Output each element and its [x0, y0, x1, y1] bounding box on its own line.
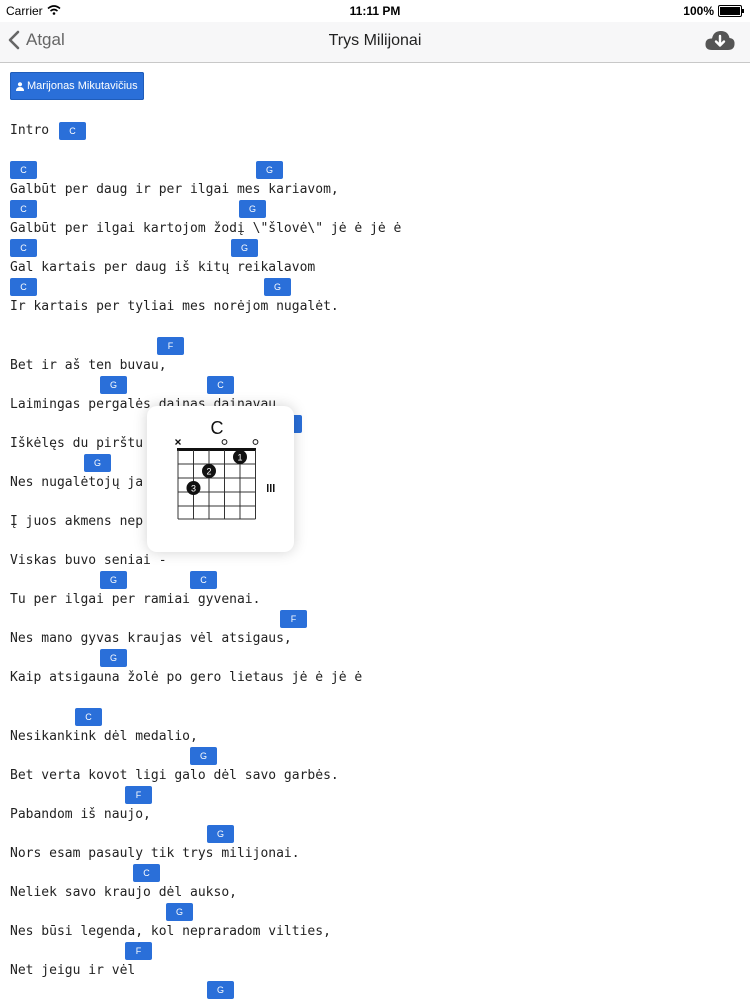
chord-badge[interactable]: G: [166, 903, 193, 921]
svg-text:3: 3: [191, 484, 196, 494]
lyric-line: Neliek savo kraujo dėl aukso,: [10, 885, 237, 900]
chord-badge[interactable]: G: [207, 825, 234, 843]
chord-badge[interactable]: F: [280, 610, 307, 628]
chord-diagram: 1 2 3: [175, 439, 275, 520]
navigation-bar: Atgal Trys Milijonai: [0, 22, 750, 63]
lyric-line: Ir kartais per tyliai mes norėjom nugalė…: [10, 299, 339, 314]
chord-badge[interactable]: C: [133, 864, 160, 882]
chord-badge[interactable]: C: [10, 200, 37, 218]
lyric-line: Intro: [10, 123, 50, 138]
chord-badge[interactable]: G: [239, 200, 266, 218]
chord-badge[interactable]: G: [256, 161, 283, 179]
user-icon: [16, 81, 24, 91]
page-title: Trys Milijonai: [328, 32, 422, 49]
lyric-line: Nesikankink dėl medalio,: [10, 729, 198, 744]
svg-text:2: 2: [206, 467, 211, 477]
artist-label: Marijonas Mikutavičius: [27, 80, 138, 92]
lyric-line: Nors esam pasauly tik trys milijonai.: [10, 846, 300, 861]
chord-badge[interactable]: G: [264, 278, 291, 296]
chord-badge[interactable]: C: [190, 571, 217, 589]
lyric-line: Bet verta kovot ligi galo dėl savo garbė…: [10, 768, 339, 783]
svg-text:1: 1: [237, 453, 242, 463]
chord-badge[interactable]: G: [231, 239, 258, 257]
chord-badge[interactable]: C: [59, 122, 86, 140]
finger-dot: 2: [202, 464, 216, 478]
chord-badge[interactable]: G: [190, 747, 217, 765]
chord-badge[interactable]: C: [207, 376, 234, 394]
lyric-line: Iškėlęs du pirštu: [10, 436, 144, 451]
artist-button[interactable]: Marijonas Mikutavičius: [10, 72, 144, 100]
open-string-marker: [221, 439, 228, 445]
lyric-line: Pabandom iš naujo,: [10, 807, 151, 822]
muted-string-marker: [175, 439, 181, 445]
chord-diagram-popup: C 1 2 3: [147, 406, 294, 552]
lyric-line: Bet ir aš ten buvau,: [10, 358, 167, 373]
fret-position-marker: [267, 484, 275, 492]
open-string-marker: [252, 439, 259, 445]
lyric-line: Galbūt per daug ir per ilgai mes kariavo…: [10, 182, 339, 197]
battery-icon: [718, 5, 744, 17]
lyric-line: Nes mano gyvas kraujas vėl atsigaus,: [10, 631, 292, 646]
chord-badge[interactable]: G: [100, 649, 127, 667]
chord-badge[interactable]: C: [10, 239, 37, 257]
finger-dot: 3: [186, 481, 201, 495]
cloud-download-icon: [705, 31, 735, 50]
lyric-line: Tu per ilgai per ramiai gyvenai.: [10, 592, 261, 607]
lyric-line: Nes nugalėtojų ja: [10, 475, 144, 490]
chord-badge[interactable]: C: [75, 708, 102, 726]
cloud-download-button[interactable]: [704, 29, 736, 58]
lyric-line: Kaip atsigauna žolė po gero lietaus jė ė…: [10, 670, 363, 685]
lyric-line: Nes būsi legenda, kol nepraradom vilties…: [10, 924, 331, 939]
lyric-line: Viskas buvo seniai -: [10, 553, 167, 568]
chord-badge[interactable]: G: [207, 981, 234, 999]
battery-percent: 100%: [683, 4, 714, 18]
lyric-line: Gal kartais per daug iš kitų reikalavom: [10, 260, 316, 275]
chord-badge[interactable]: F: [157, 337, 184, 355]
lyric-line: Į juos akmens nep: [10, 514, 144, 529]
status-time: 11:11 PM: [349, 4, 401, 18]
finger-dot: 1: [233, 450, 247, 464]
chord-badge[interactable]: F: [125, 942, 152, 960]
chord-badge[interactable]: G: [84, 454, 111, 472]
chord-badge[interactable]: G: [100, 376, 127, 394]
chord-badge[interactable]: C: [10, 278, 37, 296]
chord-badge[interactable]: C: [10, 161, 37, 179]
lyric-line: Net jeigu ir vėl: [10, 963, 136, 978]
chord-badge[interactable]: F: [125, 786, 152, 804]
status-bar: Carrier 11:11 PM 100%: [0, 0, 750, 22]
lyric-line: Galbūt per ilgai kartojom žodį \"šlovė\"…: [10, 221, 402, 236]
chord-badge[interactable]: G: [100, 571, 127, 589]
